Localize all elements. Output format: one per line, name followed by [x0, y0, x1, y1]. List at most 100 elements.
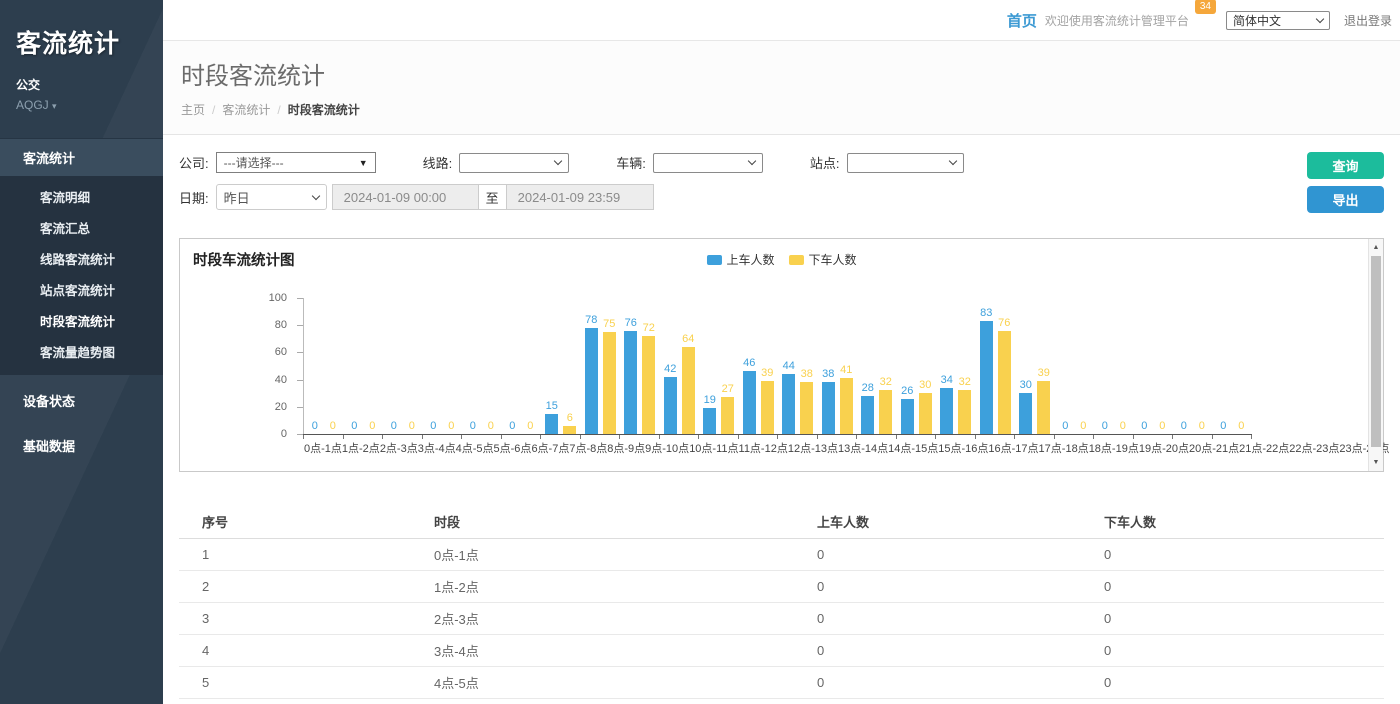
- bar-value-label: 0: [470, 421, 476, 432]
- sidebar-subitem[interactable]: 时段客流统计: [0, 305, 163, 336]
- breadcrumb: 主页/客流统计/时段客流统计: [181, 101, 1382, 134]
- bar-column: 42: [664, 298, 677, 434]
- sidebar-subitem[interactable]: 客流明细: [0, 181, 163, 212]
- line-select[interactable]: [459, 153, 569, 173]
- bar-column: 78: [585, 298, 598, 434]
- x-tick: [1015, 435, 1055, 439]
- table-header-cell: 时段: [411, 505, 794, 539]
- language-select[interactable]: 简体中文: [1226, 11, 1330, 30]
- sidebar-item-device-status[interactable]: 设备状态: [0, 381, 163, 420]
- table-cell: 0: [1081, 699, 1384, 704]
- export-button[interactable]: 导出: [1307, 186, 1384, 213]
- table-cell: 0: [794, 539, 1081, 571]
- x-category-label: 20点-21点: [1189, 440, 1239, 456]
- x-tick: [1055, 435, 1095, 439]
- notification-badge[interactable]: 34: [1195, 0, 1216, 14]
- bar-value-label: 0: [391, 421, 397, 432]
- bar: [919, 393, 932, 434]
- bar: [800, 382, 813, 434]
- bar: [682, 347, 695, 434]
- bar-value-label: 0: [1120, 421, 1126, 432]
- sidebar-subitem[interactable]: 客流汇总: [0, 212, 163, 243]
- x-tick: [1213, 435, 1253, 439]
- company-select[interactable]: ---请选择--- ▼: [216, 152, 376, 173]
- chart-scrollbar[interactable]: ▲ ▼: [1368, 239, 1383, 471]
- table-row: 10点-1点00: [179, 539, 1384, 571]
- sidebar-item-passenger-stats[interactable]: 客流统计: [0, 138, 163, 176]
- legend-item-alighting[interactable]: 下车人数: [789, 251, 857, 268]
- logout-link[interactable]: 退出登录: [1344, 12, 1392, 29]
- date-start-input[interactable]: 2024-01-09 00:00: [332, 184, 479, 210]
- bar: [721, 397, 734, 434]
- x-category-label: 13点-14点: [838, 440, 888, 456]
- date-end-input[interactable]: 2024-01-09 23:59: [507, 184, 654, 210]
- chevron-down-icon: [311, 191, 319, 199]
- query-button[interactable]: 查询: [1307, 152, 1384, 179]
- x-category-label: 6点-7点: [531, 440, 569, 456]
- sidebar-subitem[interactable]: 客流量趋势图: [0, 336, 163, 367]
- bar-column: 46: [743, 298, 756, 434]
- x-axis-category-labels: 0点-1点1点-2点2点-3点3点-4点4点-5点5点-6点6点-7点7点-8点…: [304, 440, 1252, 456]
- date-to-label: 至: [479, 184, 507, 210]
- chart-category-group: 3039: [1015, 298, 1055, 434]
- y-tick-label: 80: [275, 320, 287, 331]
- scrollbar-thumb[interactable]: [1371, 256, 1381, 447]
- home-link[interactable]: 首页: [1007, 10, 1037, 31]
- bar-column: 0: [1077, 298, 1090, 434]
- scroll-up-icon[interactable]: ▲: [1369, 244, 1383, 251]
- bar-column: 0: [366, 298, 379, 434]
- topbar: 首页 欢迎使用客流统计管理平台 34 简体中文 退出登录: [163, 0, 1400, 41]
- org-selector[interactable]: AQGJ ▾: [16, 98, 147, 112]
- station-select[interactable]: [847, 153, 964, 173]
- chevron-down-icon: [1316, 14, 1324, 22]
- breadcrumb-item: 时段客流统计: [288, 103, 360, 117]
- vehicle-select[interactable]: [653, 153, 763, 173]
- x-category-label: 18点-19点: [1089, 440, 1139, 456]
- bar: [840, 378, 853, 434]
- vehicle-label: 车辆:: [616, 153, 646, 172]
- bar: [703, 408, 716, 434]
- bar-column: 0: [1156, 298, 1169, 434]
- sidebar-item-base-data[interactable]: 基础数据: [0, 426, 163, 465]
- table-row: 43点-4点00: [179, 635, 1384, 667]
- date-range-select[interactable]: 昨日: [216, 184, 327, 210]
- sidebar-subitem[interactable]: 线路客流统计: [0, 243, 163, 274]
- y-tick-label: 60: [275, 347, 287, 358]
- bar-column: 30: [919, 298, 932, 434]
- bar-value-label: 32: [880, 377, 892, 388]
- bar-value-label: 76: [998, 318, 1010, 329]
- sidebar-subitem[interactable]: 站点客流统计: [0, 274, 163, 305]
- x-axis-ticks: [303, 435, 1252, 439]
- chart-category-group: 00: [1173, 298, 1213, 434]
- bar-column: 0: [405, 298, 418, 434]
- table-header-cell: 上车人数: [794, 505, 1081, 539]
- y-tick-mark: [297, 325, 303, 326]
- logo-area: 客流统计 公交 AQGJ ▾: [0, 0, 163, 122]
- bar-column: 0: [1195, 298, 1208, 434]
- x-category-label: 12点-13点: [788, 440, 838, 456]
- bar: [761, 381, 774, 434]
- bar-column: 6: [563, 298, 576, 434]
- scroll-down-icon[interactable]: ▼: [1369, 459, 1383, 466]
- chart-category-group: 00: [502, 298, 542, 434]
- breadcrumb-item[interactable]: 主页: [181, 103, 205, 117]
- x-tick: [304, 435, 344, 439]
- table-row: 54点-5点00: [179, 667, 1384, 699]
- bar-value-label: 0: [1181, 421, 1187, 432]
- x-category-label: 10点-11点: [689, 440, 738, 456]
- welcome-text: 欢迎使用客流统计管理平台: [1045, 12, 1189, 29]
- legend-item-boarding[interactable]: 上车人数: [706, 251, 774, 268]
- page-head: 时段客流统计 主页/客流统计/时段客流统计: [163, 41, 1400, 135]
- bar-column: 0: [308, 298, 321, 434]
- x-tick: [976, 435, 1016, 439]
- breadcrumb-item[interactable]: 客流统计: [222, 103, 270, 117]
- chart-category-group: 7672: [620, 298, 660, 434]
- table-body: 10点-1点0021点-2点0032点-3点0043点-4点0054点-5点00…: [179, 539, 1384, 704]
- bar-value-label: 0: [430, 421, 436, 432]
- bar-column: 27: [721, 298, 734, 434]
- bar-value-label: 34: [941, 375, 953, 386]
- sidebar-submenu: 客流明细客流汇总线路客流统计站点客流统计时段客流统计客流量趋势图: [0, 176, 163, 375]
- legend-label-boarding: 上车人数: [726, 251, 774, 268]
- x-category-label: 3点-4点: [418, 440, 456, 456]
- bar-column: 0: [466, 298, 479, 434]
